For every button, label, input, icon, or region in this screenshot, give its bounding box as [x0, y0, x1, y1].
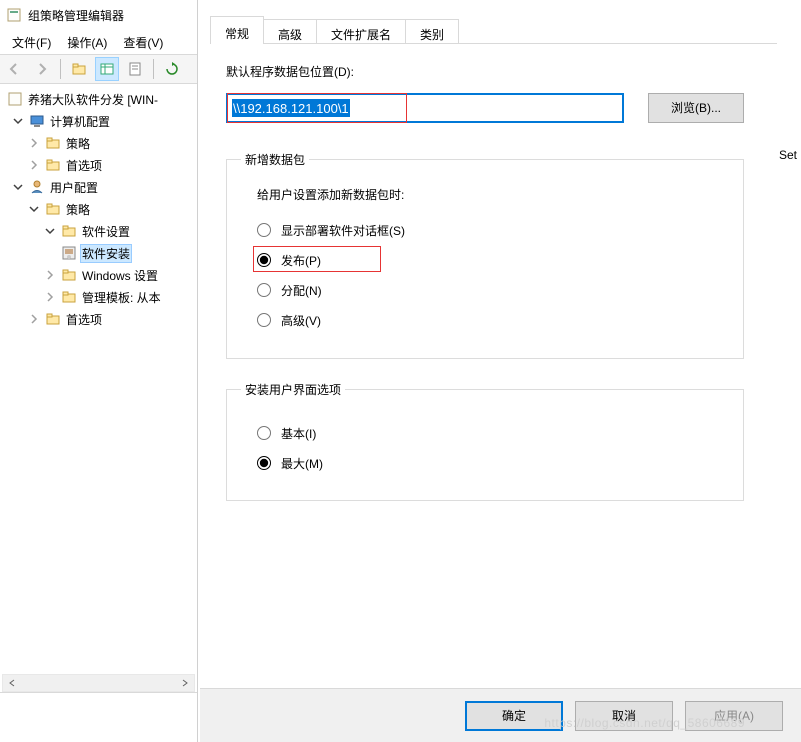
chevron-down-icon[interactable] [10, 179, 26, 195]
install-ui-group: 安装用户界面选项 基本(I) 最大(M) [226, 381, 744, 501]
tree-admin-templates[interactable]: 管理模板: 从本 [2, 286, 195, 308]
chevron-down-icon[interactable] [26, 201, 42, 217]
properties-dialog: Set 常规 高级 文件扩展名 类别 默认程序数据包位置(D): \\192.1… [200, 0, 801, 742]
radio-publish-input[interactable] [257, 253, 271, 267]
policy-icon [7, 91, 23, 107]
chevron-right-icon[interactable] [26, 135, 42, 151]
toolbar [0, 54, 197, 84]
scroll-right-button[interactable] [176, 675, 194, 691]
radio-max[interactable]: 最大(M) [257, 448, 729, 478]
tab-general[interactable]: 常规 [210, 16, 264, 44]
tree-computer-config[interactable]: 计算机配置 [2, 110, 195, 132]
folder-open-icon [45, 201, 61, 217]
tree-cc-prefs[interactable]: 首选项 [2, 154, 195, 176]
dialog-button-bar: 确定 取消 应用(A) [200, 688, 801, 742]
tree-root[interactable]: 养猪大队软件分发 [WIN- [2, 88, 195, 110]
browse-button[interactable]: 浏览(B)... [648, 93, 744, 123]
new-package-legend: 新增数据包 [241, 151, 309, 168]
app-icon [6, 7, 22, 23]
window-title: 组策略管理编辑器 [28, 7, 124, 24]
separator-icon [153, 59, 154, 79]
tree-windows-settings[interactable]: Windows 设置 [2, 264, 195, 286]
radio-show-dialog[interactable]: 显示部署软件对话框(S) [257, 215, 729, 245]
radio-basic-input[interactable] [257, 426, 271, 440]
group-policy-editor-window: 组策略管理编辑器 文件(F) 操作(A) 查看(V) [0, 0, 198, 742]
tree-uc-policies[interactable]: 策略 [2, 198, 195, 220]
folder-open-icon [61, 223, 77, 239]
user-icon [29, 179, 45, 195]
radio-max-input[interactable] [257, 456, 271, 470]
tree-uc-prefs[interactable]: 首选项 [2, 308, 195, 330]
window-titlebar: 组策略管理编辑器 [0, 0, 197, 30]
background-set-label: Set [779, 148, 797, 162]
folder-icon [61, 267, 77, 283]
forward-button[interactable] [30, 57, 54, 81]
package-path-label: 默认程序数据包位置(D): [226, 63, 354, 80]
tree-view[interactable]: 养猪大队软件分发 [WIN- 计算机配置 策略 首选项 用户配置 [0, 84, 197, 670]
chevron-right-icon[interactable] [26, 311, 42, 327]
install-ui-legend: 安装用户界面选项 [241, 381, 345, 398]
radio-basic[interactable]: 基本(I) [257, 418, 729, 448]
installer-icon [61, 245, 77, 261]
cancel-button[interactable]: 取消 [575, 701, 673, 731]
tab-strip: 常规 高级 文件扩展名 类别 [210, 16, 458, 44]
menu-file[interactable]: 文件(F) [4, 32, 59, 53]
menu-bar: 文件(F) 操作(A) 查看(V) [0, 30, 197, 54]
properties-button[interactable] [123, 57, 147, 81]
general-panel: 默认程序数据包位置(D): \\192.168.121.100\1 浏览(B).… [210, 43, 777, 682]
radio-publish[interactable]: 发布(P) [257, 245, 729, 275]
refresh-button[interactable] [160, 57, 184, 81]
folder-icon [45, 157, 61, 173]
chevron-right-icon[interactable] [42, 289, 58, 305]
folder-icon [61, 289, 77, 305]
chevron-down-icon[interactable] [42, 223, 58, 239]
tab-file-extensions[interactable]: 文件扩展名 [316, 19, 406, 44]
radio-assign-input[interactable] [257, 283, 271, 297]
details-view-button[interactable] [95, 57, 119, 81]
package-path-input[interactable] [226, 93, 624, 123]
tab-categories[interactable]: 类别 [405, 19, 459, 44]
tree-software-settings[interactable]: 软件设置 [2, 220, 195, 242]
chevron-down-icon[interactable] [10, 113, 26, 129]
tab-border [210, 43, 777, 44]
menu-view[interactable]: 查看(V) [115, 32, 171, 53]
chevron-right-icon[interactable] [42, 267, 58, 283]
folder-button[interactable] [67, 57, 91, 81]
radio-show-dialog-input[interactable] [257, 223, 271, 237]
back-button[interactable] [2, 57, 26, 81]
horizontal-scrollbar[interactable] [2, 674, 195, 692]
tab-advanced[interactable]: 高级 [263, 19, 317, 44]
folder-icon [45, 311, 61, 327]
ok-button[interactable]: 确定 [465, 701, 563, 731]
editor-footer [0, 692, 197, 742]
separator-icon [60, 59, 61, 79]
new-package-group: 新增数据包 给用户设置添加新数据包时: 显示部署软件对话框(S) 发布(P) 分… [226, 151, 744, 359]
chevron-right-icon[interactable] [26, 157, 42, 173]
radio-advanced[interactable]: 高级(V) [257, 305, 729, 335]
tree-software-install[interactable]: 软件安装 [2, 242, 195, 264]
radio-assign[interactable]: 分配(N) [257, 275, 729, 305]
apply-button[interactable]: 应用(A) [685, 701, 783, 731]
radio-advanced-input[interactable] [257, 313, 271, 327]
menu-action[interactable]: 操作(A) [59, 32, 115, 53]
computer-icon [29, 113, 45, 129]
new-package-intro: 给用户设置添加新数据包时: [257, 186, 729, 203]
folder-icon [45, 135, 61, 151]
tree-user-config[interactable]: 用户配置 [2, 176, 195, 198]
tree-cc-policies[interactable]: 策略 [2, 132, 195, 154]
scroll-left-button[interactable] [3, 675, 21, 691]
